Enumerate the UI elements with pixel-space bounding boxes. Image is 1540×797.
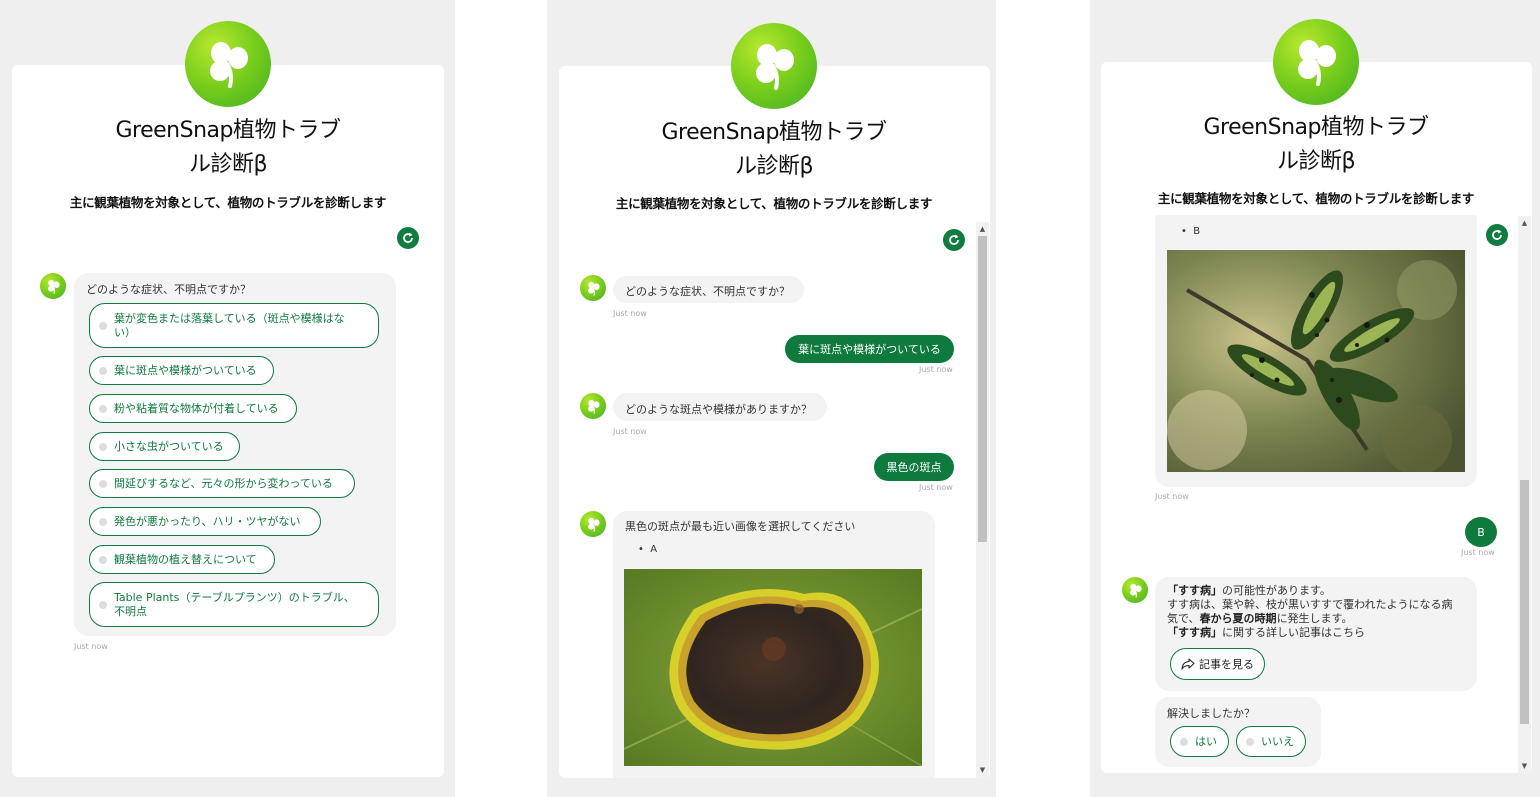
timestamp: Just now — [613, 427, 647, 436]
no-label: いいえ — [1261, 734, 1294, 748]
no-button[interactable]: いいえ — [1236, 726, 1306, 757]
clover-avatar-icon — [580, 393, 606, 419]
yes-label: はい — [1195, 734, 1217, 748]
page-title: GreenSnap植物トラブ ル診断β — [624, 116, 924, 184]
option-7-label: 観葉植物の植え替えについて — [114, 552, 257, 566]
clover-avatar-icon — [580, 511, 606, 537]
option-button-4[interactable]: 小さな虫がついている — [89, 432, 240, 461]
clover-avatar-icon — [580, 275, 606, 301]
option-3-label: 粉や粘着質な物体が付着している — [114, 401, 279, 415]
scroll-down-icon[interactable]: ▼ — [1518, 761, 1531, 771]
refresh-icon[interactable] — [943, 229, 965, 251]
timestamp: Just now — [613, 309, 647, 318]
clover-avatar-icon — [1122, 577, 1148, 603]
option-button-3[interactable]: 粉や粘着質な物体が付着している — [89, 394, 297, 423]
title-line-2: ル診断β — [1276, 149, 1356, 174]
option-1-label-b: い） — [114, 325, 136, 339]
option-button-2[interactable]: 葉に斑点や模様がついている — [89, 356, 274, 385]
page-subtitle: 主に観葉植物を対象として、植物のトラブルを診断します — [1157, 191, 1475, 206]
refresh-icon[interactable] — [1486, 224, 1508, 246]
clover-avatar-icon — [40, 273, 66, 299]
question-text: どのような症状、不明点ですか？ — [625, 285, 790, 298]
page-subtitle: 主に観葉植物を対象として、植物のトラブルを診断します — [69, 195, 387, 210]
yes-button[interactable]: はい — [1170, 726, 1229, 757]
option-a-text: A — [650, 544, 658, 555]
leaf-image-a[interactable] — [624, 569, 922, 766]
title-line-1: GreenSnap植物トラブ — [661, 120, 887, 145]
user-answer-bubble: B — [1465, 517, 1497, 547]
clover-logo-icon — [185, 21, 271, 107]
diagnosis-line-3a: 気で、 — [1167, 612, 1200, 625]
disease-name-2: 「すす病」 — [1167, 626, 1222, 639]
scroll-up-icon[interactable]: ▲ — [1518, 218, 1531, 228]
title-line-2: ル診断β — [734, 154, 814, 179]
refresh-icon[interactable] — [397, 227, 419, 249]
clover-logo-icon — [731, 23, 817, 109]
option-button-1[interactable]: 葉が変色または落葉している（斑点や模様はな い） — [89, 303, 379, 348]
disease-name: 「すす病」 — [1167, 584, 1222, 597]
question-text: どのような斑点や模様がありますか？ — [625, 403, 812, 416]
diagnosis-text: 「すす病」の可能性があります。 すす病は、葉や幹、枝が黒いすすで覆われたようにな… — [1167, 584, 1467, 640]
timestamp: Just now — [919, 483, 953, 492]
chat-scrollbar[interactable]: ▲ ▼ — [976, 222, 989, 778]
page-subtitle: 主に観葉植物を対象として、植物のトラブルを診断します — [615, 196, 933, 211]
resolved-question: 解決しましたか？ — [1167, 707, 1255, 720]
title-line-1: GreenSnap植物トラブ — [115, 118, 341, 143]
option-8-label-b: 不明点 — [114, 604, 147, 618]
timestamp: Just now — [74, 642, 108, 651]
option-6-label: 発色が悪かったり、ハリ・ツヤがない — [114, 514, 301, 528]
timestamp: Just now — [1461, 548, 1495, 557]
article-link-text: に関する詳しい記事はこちら — [1222, 626, 1365, 639]
option-button-8[interactable]: Table Plants（テーブルプランツ）のトラブル、 不明点 — [89, 582, 379, 627]
view-article-label: 記事を見る — [1199, 658, 1254, 671]
diagnosis-line-2: すす病は、葉や幹、枝が黒いすすで覆われたようになる病 — [1167, 598, 1453, 611]
page-title: GreenSnap植物トラブ ル診断β — [78, 114, 378, 182]
scroll-down-icon[interactable]: ▼ — [976, 765, 989, 775]
timestamp: Just now — [1155, 492, 1189, 501]
view-article-button[interactable]: 記事を見る — [1170, 648, 1265, 680]
option-b-text: B — [1193, 226, 1201, 237]
option-4-label: 小さな虫がついている — [114, 439, 224, 453]
option-label-b: • B — [1181, 226, 1201, 237]
option-2-label: 葉に斑点や模様がついている — [114, 363, 257, 377]
diagnosis-line-3b: に発生します。 — [1276, 612, 1353, 625]
question-text: どのような症状、不明点ですか？ — [86, 283, 251, 296]
question-text: 黒色の斑点が最も近い画像を選択してください — [625, 520, 856, 533]
scrollbar-thumb[interactable] — [978, 236, 987, 542]
user-answer-bubble: 葉に斑点や模様がついている — [785, 335, 954, 363]
season-text: 春から夏の時期 — [1199, 612, 1277, 625]
option-label-a: • A — [638, 544, 658, 555]
scroll-up-icon[interactable]: ▲ — [976, 224, 989, 234]
leaf-image-b[interactable] — [1167, 250, 1465, 472]
title-line-1: GreenSnap植物トラブ — [1203, 115, 1429, 140]
option-button-6[interactable]: 発色が悪かったり、ハリ・ツヤがない — [89, 507, 321, 536]
scrollbar-thumb[interactable] — [1520, 480, 1529, 724]
clover-logo-icon — [1273, 19, 1359, 105]
timestamp: Just now — [919, 365, 953, 374]
option-button-5[interactable]: 間延びするなど、元々の形から変わっている — [89, 469, 355, 498]
option-1-label-a: 葉が変色または落葉している（斑点や模様はな — [114, 311, 345, 325]
option-5-label: 間延びするなど、元々の形から変わっている — [114, 476, 333, 490]
page-title: GreenSnap植物トラブ ル診断β — [1166, 111, 1466, 179]
share-arrow-icon — [1181, 658, 1195, 670]
option-8-label-a: Table Plants（テーブルプランツ）のトラブル、 — [114, 590, 355, 604]
title-line-2: ル診断β — [188, 152, 268, 177]
chat-scrollbar[interactable]: ▲ ▼ — [1518, 216, 1531, 773]
user-answer-bubble: 黒色の斑点 — [874, 453, 954, 481]
diagnosis-line-1: の可能性があります。 — [1222, 584, 1331, 597]
option-button-7[interactable]: 観葉植物の植え替えについて — [89, 545, 275, 574]
